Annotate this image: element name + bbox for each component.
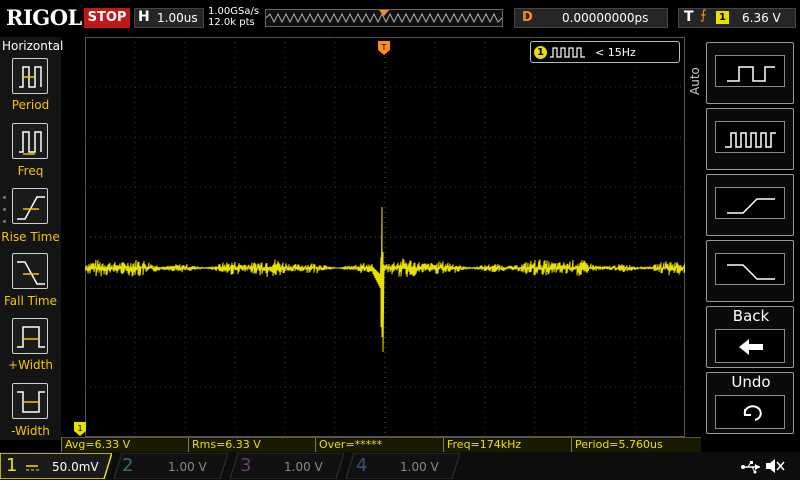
- horizontal-label: H: [138, 9, 150, 25]
- ch1-waveform: [84, 206, 686, 353]
- rising-edge-icon: ⨍: [700, 8, 707, 23]
- channel-2-scale: 1.00 V: [168, 460, 207, 474]
- channel-2-number: 2: [122, 455, 134, 476]
- period-label: Period: [11, 98, 50, 112]
- speaker-muted-icon[interactable]: [764, 457, 786, 479]
- menu-title: Horizontal: [2, 39, 64, 53]
- softkey-falling-edge[interactable]: [706, 240, 794, 302]
- graticule: [84, 37, 686, 437]
- channel-3-scale: 1.00 V: [284, 460, 323, 474]
- freq-button[interactable]: [12, 123, 48, 159]
- freq-icon: [19, 131, 42, 155]
- measurement-rms[interactable]: Rms=6.33 V: [188, 438, 315, 452]
- counter-source-badge: 1: [534, 46, 547, 59]
- single-pulse-icon: [727, 66, 775, 82]
- frequency-counter[interactable]: 1 < 15Hz: [530, 41, 680, 63]
- trigger-position-bar[interactable]: [265, 9, 503, 27]
- undo-button[interactable]: Undo: [706, 372, 794, 434]
- fall-time-icon: [17, 261, 45, 285]
- page-dot: [3, 196, 6, 199]
- positive-width-label: +Width: [8, 358, 53, 372]
- auto-label: Auto: [688, 67, 702, 95]
- delay-value: 0.00000000ps: [562, 11, 649, 25]
- dc-coupling-icon: [24, 459, 48, 471]
- rise-time-label: Rise Time: [1, 230, 60, 244]
- period-button[interactable]: [12, 58, 48, 94]
- measurement-period[interactable]: Period=5.760us: [571, 438, 699, 452]
- channel-1-number: 1: [6, 455, 18, 476]
- channel-1-scale: 50.0mV: [52, 460, 99, 474]
- trigger-label: T: [684, 9, 694, 25]
- run-stop-indicator[interactable]: STOP: [84, 8, 130, 28]
- measurement-over[interactable]: Over=*****: [315, 438, 443, 452]
- measurement-avg[interactable]: Avg=6.33 V: [61, 438, 188, 452]
- softkey-rising-edge[interactable]: [706, 174, 794, 236]
- negative-width-label: -Width: [11, 424, 50, 438]
- freq-label: Freq: [17, 164, 44, 178]
- sample-rate: 1.00GSa/s: [208, 6, 260, 17]
- negative-width-icon: [17, 391, 45, 413]
- back-arrow-icon: [739, 339, 763, 355]
- trigger-pos-marker: [379, 10, 389, 16]
- channel-4-scale: 1.00 V: [400, 460, 439, 474]
- trigger-time-marker[interactable]: T: [378, 40, 390, 55]
- channel-2-button[interactable]: 2 1.00 V: [114, 453, 228, 479]
- sample-rate-readout: 1.00GSa/s 12.0k pts: [208, 6, 259, 28]
- channel-3-button[interactable]: 3 1.00 V: [230, 453, 344, 479]
- rising-ramp-icon: [727, 198, 775, 214]
- memory-depth: 12.0k pts: [208, 17, 255, 28]
- softkey-pulse-train[interactable]: [706, 108, 794, 170]
- brand-logo: RIGOL: [6, 5, 82, 30]
- trigger-level: 6.36 V: [742, 11, 781, 25]
- svg-text:T: T: [381, 43, 387, 52]
- undo-icon: [743, 405, 762, 421]
- back-label: Back: [732, 307, 770, 325]
- back-button[interactable]: Back: [706, 306, 794, 368]
- waveform-display[interactable]: [84, 37, 686, 437]
- negative-width-button[interactable]: [12, 383, 48, 419]
- pulse-train-icon: [725, 132, 776, 148]
- page-dot: [3, 220, 6, 223]
- delay-label: D: [522, 10, 533, 25]
- measurement-freq[interactable]: Freq=174kHz: [443, 438, 571, 452]
- waveform-overview-icon: [265, 10, 503, 24]
- fall-time-label: Fall Time: [3, 294, 57, 308]
- positive-width-icon: [17, 326, 45, 348]
- undo-label: Undo: [731, 373, 771, 391]
- rise-time-button[interactable]: [12, 188, 48, 224]
- rise-time-icon: [17, 196, 45, 220]
- channel-4-number: 4: [356, 455, 368, 476]
- falling-ramp-icon: [727, 264, 775, 280]
- fall-time-button[interactable]: [12, 253, 48, 289]
- channel-1-button[interactable]: 1 50.0mV: [0, 453, 112, 479]
- channel-4-button[interactable]: 4 1.00 V: [346, 453, 460, 479]
- period-icon: [19, 66, 42, 88]
- positive-width-button[interactable]: [12, 318, 48, 354]
- pulse-train-icon: [550, 47, 585, 58]
- usb-icon: [740, 459, 762, 478]
- trigger-source-badge: 1: [716, 11, 729, 24]
- ch1-offset-marker[interactable]: 1: [74, 421, 86, 436]
- channel-3-number: 3: [240, 455, 252, 476]
- timebase-value: 1.00us: [157, 11, 198, 25]
- page-dot: [3, 208, 6, 211]
- counter-value: < 15Hz: [595, 46, 636, 59]
- svg-text:1: 1: [77, 424, 82, 433]
- softkey-square-wave[interactable]: [706, 42, 794, 104]
